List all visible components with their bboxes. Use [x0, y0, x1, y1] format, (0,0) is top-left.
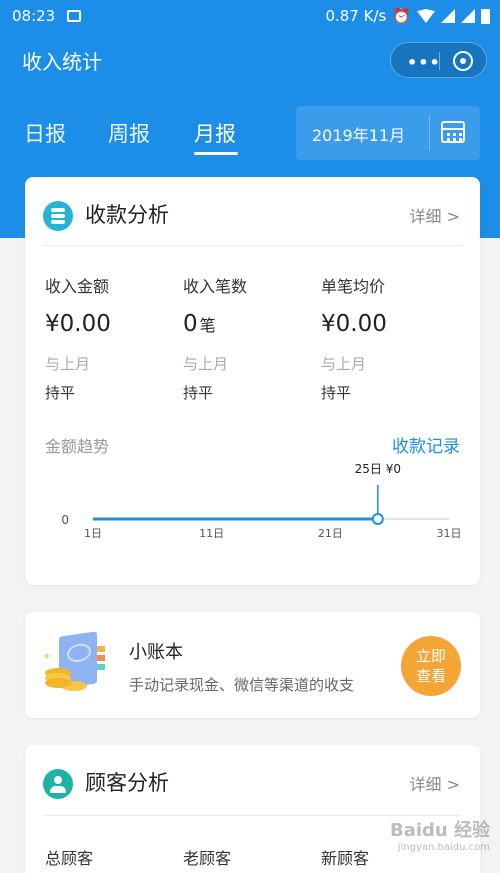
- metric-compare-label: 与上月: [321, 355, 367, 373]
- status-right: 0.87 K/s ⏰: [325, 7, 490, 25]
- signal-icon: [441, 9, 455, 23]
- ledger-description: 手动记录现金、微信等渠道的收支: [129, 676, 355, 694]
- metric-value: 0笔: [183, 311, 313, 337]
- baidu-watermark: Baidu 经验 jingyan.baidu.com: [390, 816, 490, 853]
- tab-monthly[interactable]: 月报: [194, 118, 236, 148]
- revenue-analysis-card: 收款分析 详细 > 收入金额 ¥0.00 与上月 持平 收入笔数 0笔 与上月 …: [25, 177, 480, 585]
- coins-icon: [45, 678, 71, 688]
- wifi-icon: [417, 9, 435, 23]
- payment-records-link[interactable]: 收款记录: [392, 432, 460, 457]
- revenue-detail-link[interactable]: 详细 >: [410, 203, 461, 227]
- metric-new-customers: 新顾客: [321, 849, 370, 868]
- metric-label: 单笔均价: [321, 277, 386, 296]
- metric-compare-value: 持平: [45, 384, 76, 402]
- y-tick-label: 0: [61, 513, 69, 527]
- battery-icon: [481, 8, 490, 24]
- period-tabs: 日报 周报 月报: [0, 112, 290, 162]
- image-icon: [67, 10, 81, 22]
- metric-compare-label: 与上月: [45, 355, 91, 373]
- customer-title: 顾客分析: [85, 771, 169, 795]
- metric-compare-label: 与上月: [183, 355, 229, 373]
- view-now-line2: 查看: [415, 667, 446, 685]
- picker-divider: [429, 116, 430, 150]
- metric-income-amount: 收入金额 ¥0.00 与上月 持平: [45, 273, 175, 403]
- more-button[interactable]: •••: [407, 53, 441, 72]
- metric-label: 收入金额: [45, 277, 110, 296]
- network-speed: 0.87 K/s: [325, 7, 387, 25]
- calendar-icon[interactable]: [441, 121, 465, 143]
- app-bar: 收入统计 •••: [0, 32, 500, 88]
- metric-income-count: 收入笔数 0笔 与上月 持平: [183, 273, 313, 403]
- metric-compare-value: 持平: [321, 384, 352, 402]
- metric-value: ¥0.00: [321, 311, 451, 337]
- active-tab-indicator: [194, 152, 238, 155]
- metric-value: ¥0.00: [45, 311, 175, 337]
- metric-label: 收入笔数: [183, 277, 248, 296]
- month-picker[interactable]: 2019年11月: [296, 106, 480, 160]
- view-now-line1: 立即: [415, 647, 446, 665]
- miniprogram-capsule: •••: [390, 42, 487, 78]
- page-title: 收入统计: [22, 50, 102, 74]
- sparkle-icon: [43, 652, 51, 660]
- alarm-icon: ⏰: [392, 7, 411, 25]
- watermark-url: jingyan.baidu.com: [397, 842, 490, 853]
- ledger-book-icon: [37, 631, 117, 704]
- amount-trend-chart[interactable]: 0 1日 11日 21日 31日 25日 ¥0: [25, 457, 480, 557]
- revenue-title: 收款分析: [85, 203, 169, 227]
- book-tabs: [97, 646, 105, 652]
- metric-compare-value: 持平: [183, 384, 214, 402]
- divider: [43, 245, 462, 246]
- view-now-button[interactable]: 立即 查看: [401, 636, 461, 696]
- tab-daily[interactable]: 日报: [24, 118, 66, 148]
- status-time: 08:23: [12, 7, 56, 25]
- x-tick-label: 11日: [199, 527, 224, 540]
- status-bar: 08:23 0.87 K/s ⏰: [0, 0, 500, 32]
- signal-icon: [461, 9, 475, 23]
- month-value: 2019年11月: [312, 126, 406, 145]
- ledger-card[interactable]: 小账本 手动记录现金、微信等渠道的收支 立即 查看: [25, 612, 480, 718]
- highlight-point: [371, 513, 384, 525]
- trend-title: 金额趋势: [45, 437, 110, 456]
- customer-analysis-card: 顾客分析 详细 > 总顾客 老顾客 新顾客: [25, 745, 480, 873]
- close-circle-icon[interactable]: [453, 51, 473, 71]
- capsule-divider: [439, 52, 440, 70]
- metric-unit: 笔: [199, 316, 216, 335]
- metric-number: ¥0.00: [45, 311, 111, 337]
- x-tick-label: 1日: [84, 527, 102, 540]
- metric-number: 0: [183, 311, 198, 337]
- ledger-title: 小账本: [129, 642, 183, 663]
- x-tick-label: 31日: [437, 527, 462, 540]
- customer-detail-link[interactable]: 详细 >: [410, 771, 461, 795]
- tab-weekly[interactable]: 周报: [108, 118, 150, 148]
- watermark-text: Baidu 经验: [389, 820, 490, 841]
- metric-number: ¥0.00: [321, 311, 387, 337]
- coins-icon: [43, 201, 73, 231]
- x-tick-label: 21日: [318, 527, 343, 540]
- metric-average-price: 单笔均价 ¥0.00 与上月 持平: [321, 273, 451, 403]
- metric-total-customers: 总顾客: [45, 849, 94, 868]
- highlight-label: 25日 ¥0: [355, 462, 401, 476]
- user-icon: [43, 769, 73, 799]
- metric-returning-customers: 老顾客: [183, 849, 232, 868]
